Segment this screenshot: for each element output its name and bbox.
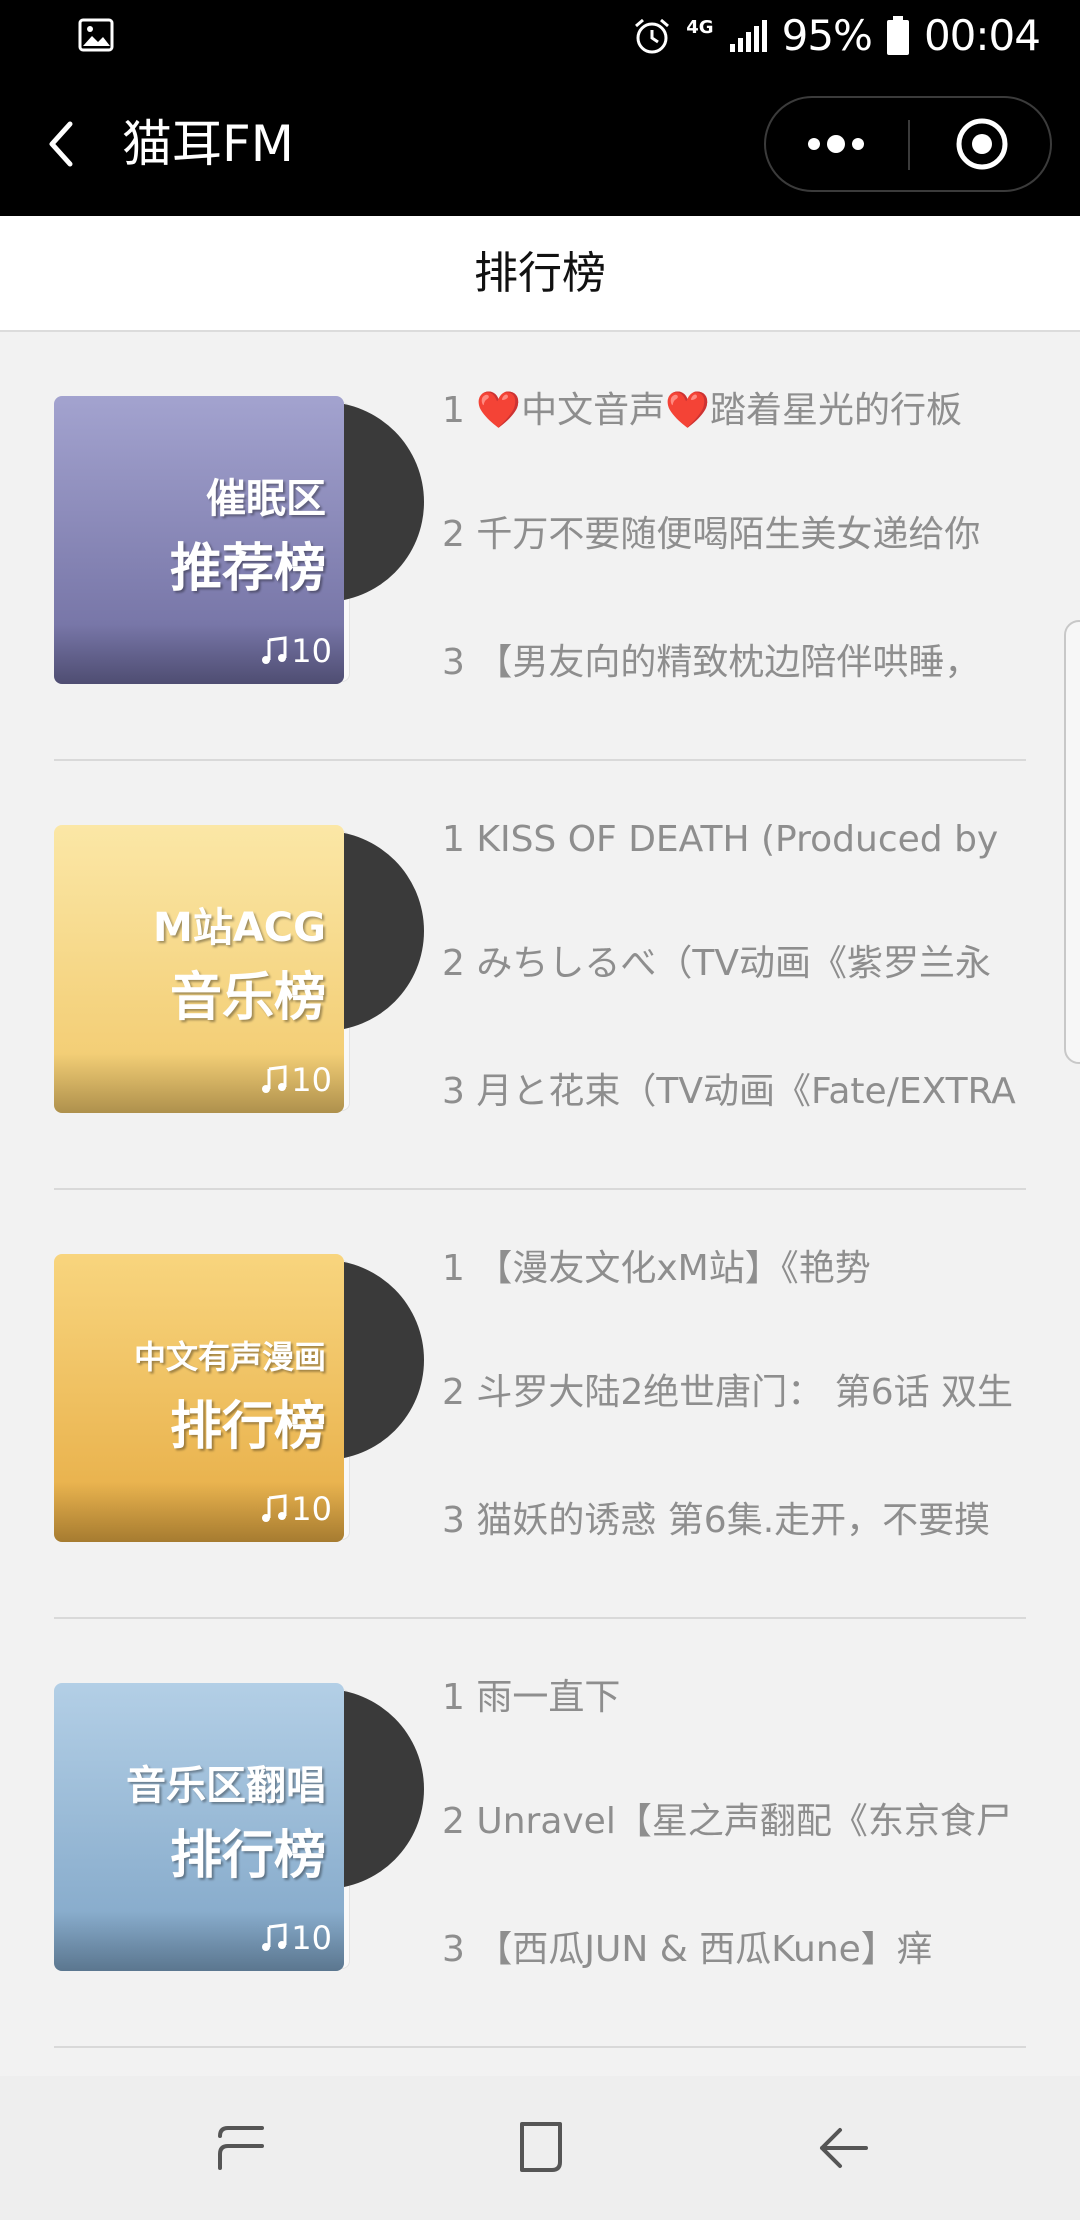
music-note-icon — [262, 1494, 287, 1522]
cover-line1: 中文有声漫画 — [133, 1338, 326, 1376]
alarm-icon — [635, 18, 670, 54]
track-item[interactable]: 3 【西瓜JUN & 西瓜Kune】痒 — [442, 1927, 1026, 1973]
cover-line2: 排行榜 — [169, 1826, 326, 1886]
mini-program-capsule — [764, 96, 1052, 192]
image-notification-icon — [78, 18, 114, 52]
track-item[interactable]: 3 猫妖的诱惑 第6集.走开，不要摸 — [442, 1498, 1026, 1544]
ranking-card[interactable]: 中文有声漫画 排行榜 10 1 【漫友文化xM站】《艳势 2 斗罗大陆2绝世唐门… — [54, 1190, 1026, 1619]
track-item[interactable]: 2 千万不要随便喝陌生美女递给你 — [442, 512, 1026, 558]
track-item[interactable]: 1 KISS OF DEATH (Produced by — [442, 817, 1026, 863]
track-count: 10 — [259, 632, 332, 670]
music-note-icon — [262, 1923, 287, 1951]
status-bar: 4G 95% 00:04 — [0, 0, 1080, 72]
ranking-cover[interactable]: M站ACG 音乐榜 10 — [54, 825, 344, 1113]
ranking-card[interactable]: 催眠区 推荐榜 10 1 ❤️中文音声❤️踏着星光的行板 2 千万不要随便喝陌生… — [54, 332, 1026, 761]
cover-line2: 音乐榜 — [169, 968, 326, 1028]
app-header: 猫耳FM — [0, 72, 1080, 216]
cover-line1: 音乐区翻唱 — [126, 1763, 326, 1809]
battery-icon — [886, 16, 909, 55]
back-nav-button[interactable] — [810, 2116, 874, 2180]
recent-apps-button[interactable] — [210, 2116, 274, 2180]
home-button[interactable] — [508, 2116, 572, 2180]
system-nav-bar — [0, 2076, 1080, 2220]
track-item[interactable]: 2 斗罗大陆2绝世唐门： 第6话 双生 — [442, 1370, 1026, 1416]
ranking-card[interactable]: 音乐区翻唱 排行榜 10 1 雨一直下 2 Unravel【星之声翻配《东京食尸… — [54, 1619, 1026, 2048]
page-title-bar: 排行榜 — [0, 216, 1080, 332]
track-item[interactable]: 3 【男友向的精致枕边陪伴哄睡， — [442, 640, 1026, 686]
ranking-card[interactable]: M站ACG 音乐榜 10 1 KISS OF DEATH (Produced b… — [54, 761, 1026, 1190]
page-title: 排行榜 — [474, 248, 606, 299]
app-title: 猫耳FM — [122, 115, 294, 173]
ranking-cover[interactable]: 中文有声漫画 排行榜 10 — [54, 1254, 344, 1542]
track-count-value: 10 — [291, 1919, 332, 1957]
network-type: 4G — [686, 17, 714, 38]
cover-line2: 推荐榜 — [169, 539, 326, 599]
cover-line2: 排行榜 — [169, 1397, 326, 1457]
track-count-value: 10 — [291, 1061, 332, 1099]
music-note-icon — [262, 636, 287, 664]
more-options-button[interactable] — [766, 98, 908, 190]
track-item[interactable]: 2 Unravel【星之声翻配《东京食尸 — [442, 1799, 1026, 1845]
track-item[interactable]: 1 【漫友文化xM站】《艳势 — [442, 1246, 1026, 1292]
track-item[interactable]: 3 月と花束（TV动画《Fate/EXTRA — [442, 1069, 1026, 1115]
track-count-value: 10 — [291, 632, 332, 670]
scroll-handle[interactable] — [1064, 620, 1080, 1064]
music-note-icon — [262, 1065, 287, 1093]
ranking-cover[interactable]: 催眠区 推荐榜 10 — [54, 396, 344, 684]
track-count-value: 10 — [291, 1490, 332, 1528]
cover-line1: 催眠区 — [206, 476, 326, 522]
battery-percent: 95% — [781, 11, 873, 60]
track-item[interactable]: 1 ❤️中文音声❤️踏着星光的行板 — [442, 388, 1026, 434]
track-count: 10 — [259, 1919, 332, 1957]
signal-icon — [729, 20, 767, 52]
track-count: 10 — [259, 1061, 332, 1099]
ranking-cover[interactable]: 音乐区翻唱 排行榜 10 — [54, 1683, 344, 1971]
track-item[interactable]: 1 雨一直下 — [442, 1675, 1026, 1721]
track-item[interactable]: 2 みちしるべ（TV动画《紫罗兰永 — [442, 941, 1026, 987]
track-count: 10 — [259, 1490, 332, 1528]
back-button[interactable] — [36, 112, 96, 176]
clock: 00:04 — [923, 11, 1041, 60]
close-mini-program-button[interactable] — [910, 98, 1052, 190]
cover-line1: M站ACG — [153, 905, 326, 951]
